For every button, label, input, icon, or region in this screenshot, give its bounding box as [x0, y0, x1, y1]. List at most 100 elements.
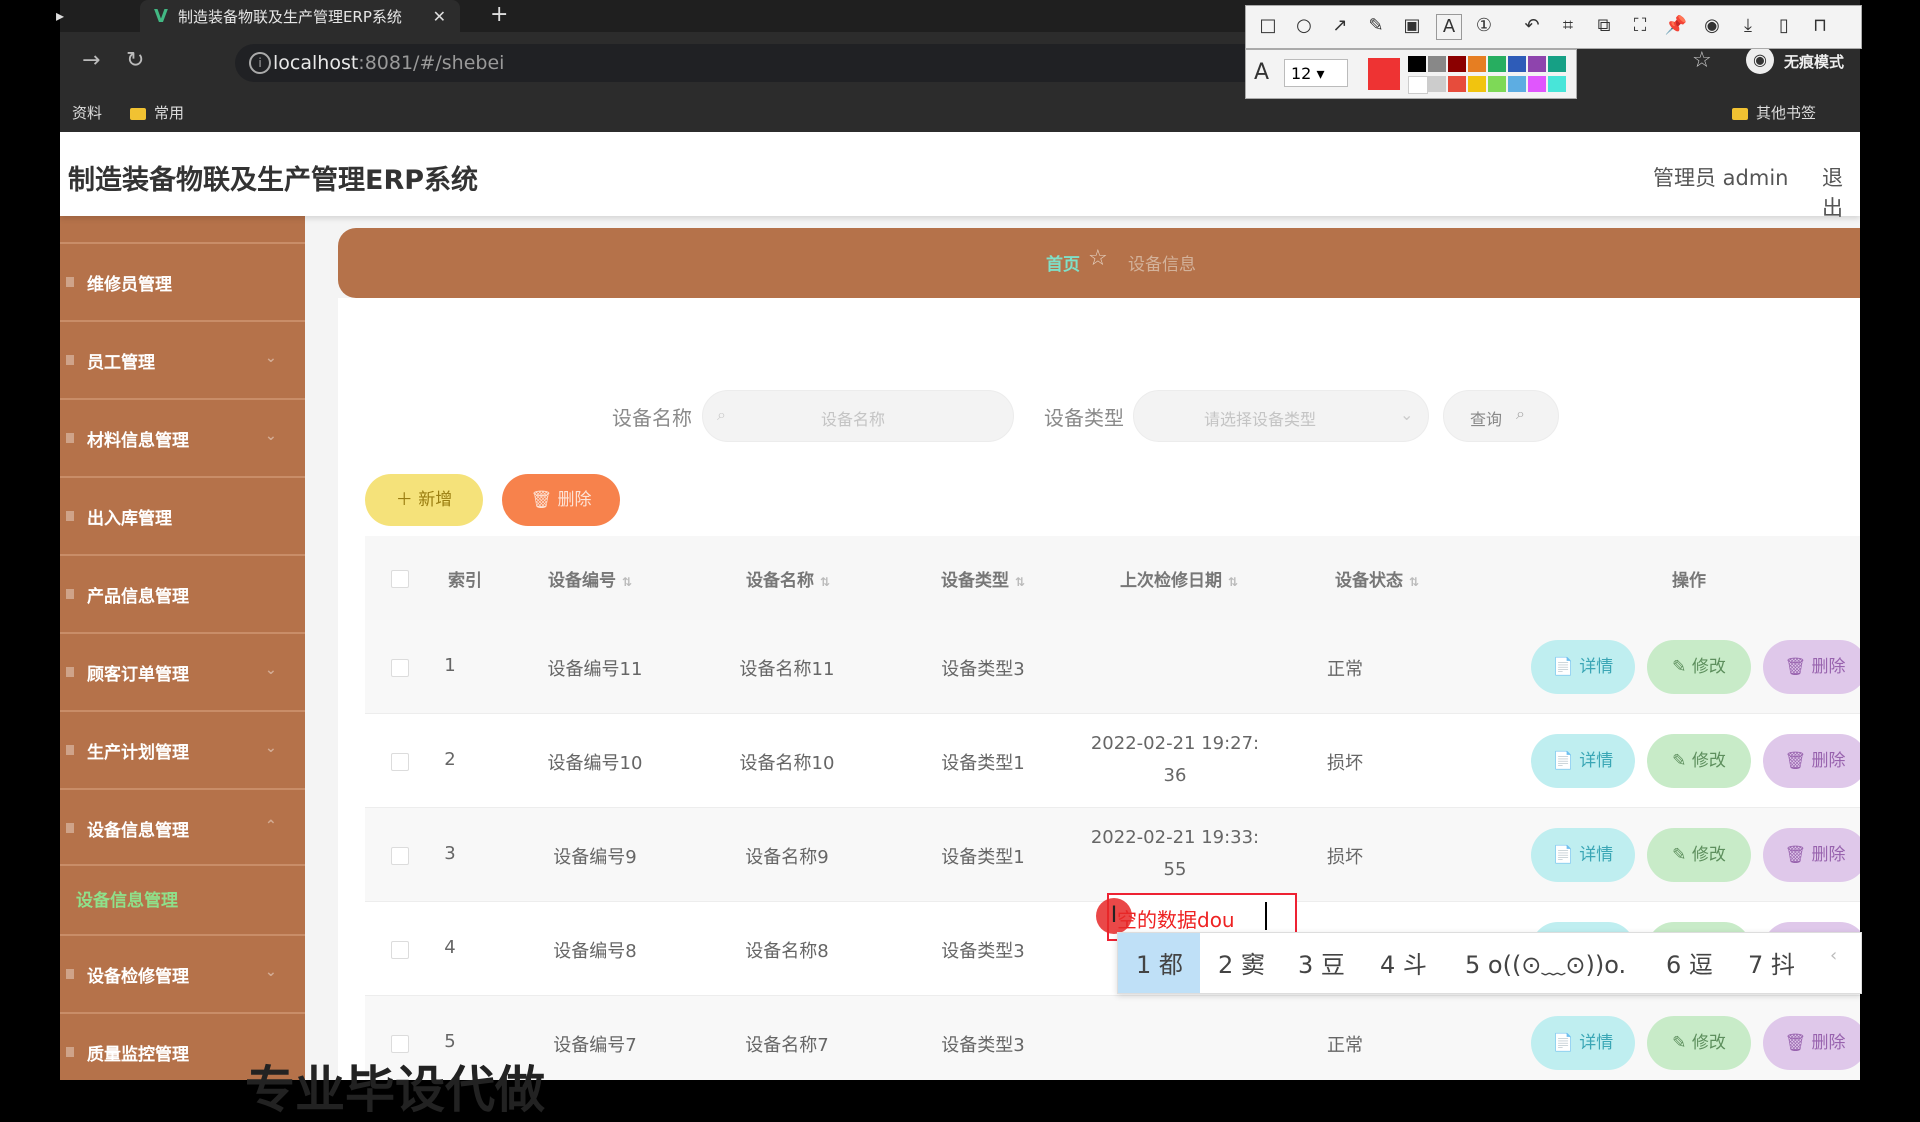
pen-tool-icon[interactable]: ✎	[1364, 14, 1388, 38]
ime-candidate[interactable]: 7 抖	[1748, 945, 1795, 980]
color-swatch[interactable]	[1488, 56, 1506, 72]
col-type[interactable]: 设备类型 ⇅	[941, 566, 1025, 591]
color-swatch[interactable]	[1528, 76, 1546, 92]
color-swatch[interactable]	[1408, 56, 1426, 72]
crop-icon[interactable]: ⌗	[1556, 14, 1580, 38]
ellipse-tool-icon[interactable]: ○	[1292, 14, 1316, 38]
color-swatch[interactable]	[1448, 76, 1466, 92]
color-swatch[interactable]	[1508, 56, 1526, 72]
bookmark-icon[interactable]: ⊓	[1808, 14, 1832, 38]
color-swatch[interactable]	[1548, 56, 1566, 72]
sidebar-item-equipment[interactable]: 设备信息管理 ⌃	[60, 788, 305, 864]
sidebar-item-order[interactable]: 顾客订单管理 ⌄	[60, 632, 305, 708]
sidebar-item-product[interactable]: 产品信息管理	[60, 554, 305, 630]
delete-button[interactable]: 🗑 删除	[1763, 828, 1860, 882]
delete-button[interactable]: 🗑 删除	[1763, 1016, 1860, 1070]
color-swatch[interactable]	[1528, 56, 1546, 72]
sidebar-item-repairman[interactable]: 维修员管理	[60, 242, 305, 318]
other-bookmarks[interactable]: 其他书签	[1732, 102, 1816, 123]
logout-link[interactable]: 退出	[1822, 162, 1860, 222]
sidebar-item-maintenance[interactable]: 设备检修管理 ⌄	[60, 934, 305, 1010]
color-swatch[interactable]	[1548, 76, 1566, 92]
delete-button[interactable]: 🗑 删除	[1763, 734, 1860, 788]
ime-candidate[interactable]: 1 都	[1136, 945, 1183, 980]
new-tab-icon[interactable]: +	[490, 2, 508, 27]
color-swatch[interactable]	[1408, 76, 1428, 94]
edit-button[interactable]: ✎ 修改	[1647, 734, 1751, 788]
row-checkbox[interactable]	[391, 753, 409, 771]
edit-button[interactable]: ✎ 修改	[1647, 640, 1751, 694]
browser-tab[interactable]: V 制造装备物联及生产管理ERP系统 ✕	[140, 0, 460, 32]
detail-button[interactable]: 📄 详情	[1531, 640, 1635, 694]
bookmark-folder[interactable]: 常用	[130, 102, 184, 123]
scan-icon[interactable]: ⛶	[1628, 14, 1652, 38]
col-status[interactable]: 设备状态 ⇅	[1335, 566, 1419, 591]
sidebar-item-plan[interactable]: 生产计划管理 ⌄	[60, 710, 305, 786]
detail-button[interactable]: 📄 详情	[1531, 828, 1635, 882]
ime-candidate[interactable]: 3 豆	[1298, 945, 1345, 980]
search-button[interactable]: 查询 ⌕	[1443, 390, 1559, 442]
font-size-select[interactable]: 12 ▾	[1284, 59, 1348, 87]
sidebar-item-inout[interactable]: 出入库管理	[60, 476, 305, 552]
delete-button[interactable]: 🗑 删除	[1763, 640, 1860, 694]
color-swatch[interactable]	[1508, 76, 1526, 92]
rectangle-tool-icon[interactable]: □	[1256, 14, 1280, 38]
pin-icon[interactable]: 📌	[1664, 14, 1688, 38]
bookmark-star-icon[interactable]: ☆	[1692, 48, 1712, 73]
tab-search-icon[interactable]: ▸	[56, 6, 64, 25]
color-swatch[interactable]	[1428, 56, 1446, 72]
color-swatch[interactable]	[1428, 76, 1446, 92]
edit-button[interactable]: ✎ 修改	[1647, 1016, 1751, 1070]
translate-icon[interactable]: ⧉	[1592, 14, 1616, 38]
ime-candidate[interactable]: 4 斗	[1380, 945, 1427, 980]
name-filter-input[interactable]: ⌕ 设备名称	[702, 390, 1014, 442]
mosaic-tool-icon[interactable]: ▣	[1400, 14, 1424, 38]
ime-candidate[interactable]: 5 o((⊙﹏⊙))o.	[1465, 945, 1626, 980]
row-checkbox[interactable]	[391, 659, 409, 677]
color-swatch[interactable]	[1468, 56, 1486, 72]
text-caret	[1265, 902, 1267, 930]
arrow-tool-icon[interactable]: ↗	[1328, 14, 1352, 38]
info-icon[interactable]: i	[249, 52, 271, 74]
folder-icon	[130, 107, 146, 120]
menu-icon	[66, 589, 74, 599]
col-date[interactable]: 上次检修日期 ⇅	[1120, 566, 1238, 591]
col-name[interactable]: 设备名称 ⇅	[746, 566, 830, 591]
add-button[interactable]: ＋ 新增	[365, 474, 483, 526]
undo-icon[interactable]: ↶	[1520, 14, 1544, 38]
batch-delete-button[interactable]: 🗑 删除	[502, 474, 620, 526]
type-filter-select[interactable]: 请选择设备类型 ⌄	[1133, 390, 1429, 442]
ime-candidate[interactable]: 2 窦	[1218, 945, 1265, 980]
col-code[interactable]: 设备编号 ⇅	[548, 566, 632, 591]
record-icon[interactable]: ◉	[1700, 14, 1724, 38]
breadcrumb-home[interactable]: 首页	[1046, 250, 1080, 275]
sidebar-item-staff[interactable]: 员工管理 ⌄	[60, 320, 305, 396]
forward-icon[interactable]: →	[82, 48, 100, 73]
download-icon[interactable]: ⤓	[1736, 14, 1760, 38]
sidebar-subitem-equipment[interactable]: 设备信息管理	[60, 864, 305, 934]
ime-candidate[interactable]: 6 逗	[1666, 945, 1713, 980]
close-tab-icon[interactable]: ✕	[433, 7, 446, 26]
ime-prev-page-icon[interactable]: ‹	[1830, 945, 1837, 966]
color-swatch[interactable]	[1488, 76, 1506, 92]
color-swatch[interactable]	[1468, 76, 1486, 92]
sort-icon: ⇅	[1228, 575, 1239, 589]
bookmark-item[interactable]: 资料	[72, 102, 102, 123]
row-checkbox[interactable]	[391, 941, 409, 959]
sidebar-item-material[interactable]: 材料信息管理 ⌄	[60, 398, 305, 474]
select-all-checkbox[interactable]	[391, 570, 409, 588]
edit-button[interactable]: ✎ 修改	[1647, 828, 1751, 882]
pencil-icon: ✎	[1672, 845, 1692, 865]
pencil-icon: ✎	[1672, 1033, 1692, 1053]
text-tool-icon[interactable]: A	[1436, 14, 1462, 40]
annotation-toolbar: □ ○ ↗ ✎ ▣ A ① ↶ ⌗ ⧉ ⛶ 📌 ◉ ⤓ ▯ ⊓	[1245, 5, 1862, 49]
number-tool-icon[interactable]: ①	[1472, 14, 1496, 38]
font-icon: A	[1254, 60, 1270, 85]
current-color-swatch[interactable]	[1368, 58, 1400, 90]
detail-button[interactable]: 📄 详情	[1531, 734, 1635, 788]
color-swatch[interactable]	[1448, 56, 1466, 72]
reload-icon[interactable]: ↻	[126, 48, 144, 73]
detail-button[interactable]: 📄 详情	[1531, 1016, 1635, 1070]
row-checkbox[interactable]	[391, 847, 409, 865]
save-icon[interactable]: ▯	[1772, 14, 1796, 38]
